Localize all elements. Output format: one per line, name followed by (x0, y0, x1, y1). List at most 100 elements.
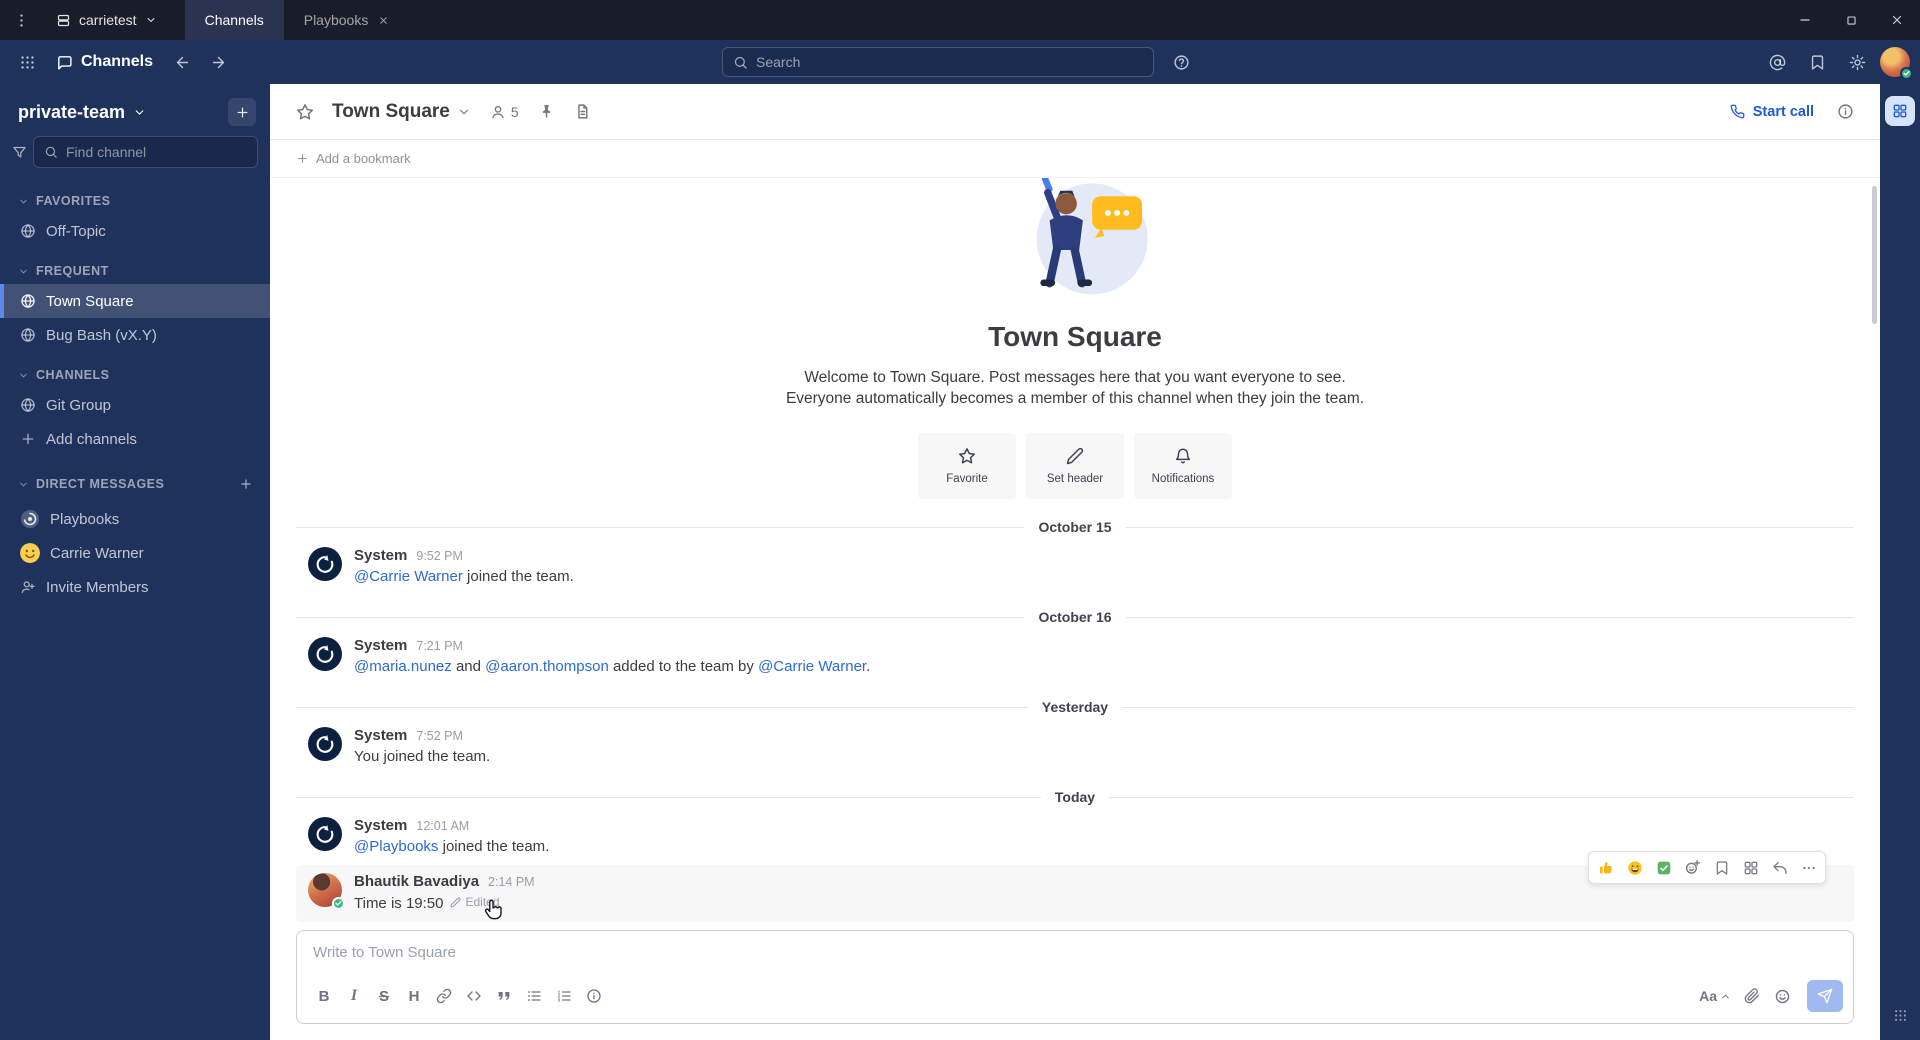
heading-button[interactable]: H (399, 981, 429, 1011)
add-bookmark-button[interactable]: Add a bookmark (288, 147, 419, 170)
message-author[interactable]: System (354, 547, 407, 564)
system-avatar[interactable] (308, 817, 342, 851)
message-author[interactable]: Bhautik Bavadiya (354, 873, 479, 890)
sidebar-item-git-group[interactable]: Git Group (0, 388, 270, 422)
user-avatar[interactable] (308, 873, 345, 910)
sidebar-item-playbooks-dm[interactable]: Playbooks (0, 502, 270, 536)
message-input[interactable] (297, 931, 1853, 977)
add-direct-message-button[interactable] (234, 472, 258, 496)
find-channel-box[interactable] (33, 136, 258, 168)
mention-link[interactable]: @Carrie Warner (758, 658, 866, 675)
channel-header: Town Square 5 Start call (270, 84, 1880, 140)
sidebar-category-favorites[interactable]: FAVORITES (18, 194, 110, 208)
message-bhautik[interactable]: Bhautik Bavadiya 2:14 PM Time is 19:50 Ed… (296, 851, 1854, 922)
members-button[interactable]: 5 (481, 99, 528, 125)
system-avatar[interactable] (308, 637, 342, 671)
italic-button[interactable]: I (339, 981, 369, 1011)
tab-playbooks[interactable]: Playbooks (284, 0, 410, 40)
maximize-button[interactable] (1828, 0, 1874, 40)
system-avatar[interactable] (308, 547, 342, 581)
server-dropdown[interactable]: carrietest (42, 0, 171, 40)
sidebar-item-off-topic[interactable]: Off-Topic (0, 214, 270, 248)
bold-button[interactable]: B (309, 981, 339, 1011)
help-button[interactable] (1164, 46, 1198, 78)
favorite-channel-button[interactable] (288, 95, 322, 129)
app-bar-bottom-item[interactable] (1885, 1000, 1915, 1030)
sidebar-item-town-square[interactable]: Town Square (0, 284, 270, 318)
message-author[interactable]: System (354, 637, 407, 654)
history-forward-button[interactable] (201, 46, 235, 78)
sidebar-category-direct-messages[interactable]: DIRECT MESSAGES (18, 477, 164, 491)
sidebar-item-add-channels[interactable]: Add channels (0, 422, 270, 456)
code-button[interactable] (459, 981, 489, 1011)
numbered-list-button[interactable] (549, 981, 579, 1011)
product-switcher[interactable]: Channels (46, 53, 163, 71)
close-button[interactable] (1874, 0, 1920, 40)
system-avatar[interactable] (308, 727, 342, 761)
scrollbar-thumb[interactable] (1872, 186, 1877, 324)
mention-link[interactable]: @Carrie Warner (354, 568, 463, 585)
mention-link[interactable]: @aaron.thompson (485, 658, 609, 675)
sidebar-item-carrie-warner[interactable]: Carrie Warner (0, 536, 270, 570)
intro-favorite-button[interactable]: Favorite (918, 433, 1016, 499)
sidebar-item-bug-bash[interactable]: Bug Bash (vX.Y) (0, 318, 270, 352)
link-button[interactable] (429, 981, 459, 1011)
message-system-1[interactable]: System 9:52 PM @Carrie Warner joined the… (296, 539, 1854, 595)
sidebar-category-frequent[interactable]: FREQUENT (18, 264, 109, 278)
quick-reaction-smile-button[interactable] (1620, 854, 1649, 881)
channel-menu[interactable]: Town Square (324, 101, 479, 123)
add-reaction-button[interactable] (1678, 854, 1707, 881)
message-actions-button[interactable] (1736, 854, 1765, 881)
channel-files-button[interactable] (566, 95, 600, 129)
quote-button[interactable] (489, 981, 519, 1011)
emoji-picker-button[interactable] (1767, 981, 1797, 1011)
person-icon (490, 104, 506, 120)
sidebar-item-invite-members[interactable]: Invite Members (0, 570, 270, 604)
send-message-button[interactable] (1807, 980, 1843, 1012)
close-tab-icon[interactable] (378, 15, 389, 26)
channel-filter-button[interactable] (12, 136, 27, 168)
search-box[interactable] (722, 47, 1154, 77)
strikethrough-button[interactable]: S (369, 981, 399, 1011)
save-message-button[interactable] (1707, 854, 1736, 881)
history-back-button[interactable] (165, 46, 199, 78)
message-system-2[interactable]: System 7:21 PM @maria.nunez and @aaron.t… (296, 629, 1854, 685)
search-input[interactable] (756, 54, 1143, 70)
channel-info-button[interactable] (1828, 95, 1862, 129)
recent-mentions-button[interactable] (1760, 46, 1794, 78)
pinned-messages-button[interactable] (530, 95, 564, 129)
reply-button[interactable] (1765, 854, 1794, 881)
grinning-emoji-icon (1627, 860, 1642, 875)
mention-link[interactable]: @maria.nunez (354, 658, 452, 675)
tab-channels[interactable]: Channels (184, 0, 284, 40)
start-call-button[interactable]: Start call (1718, 98, 1826, 126)
team-menu[interactable]: private-team (18, 102, 146, 123)
add-channel-plus-button[interactable] (228, 98, 256, 126)
intro-notifications-button[interactable]: Notifications (1134, 433, 1232, 499)
quick-reaction-check-button[interactable] (1649, 854, 1678, 881)
message-system-3[interactable]: System 7:52 PM You joined the team. (296, 719, 1854, 775)
app-menu-button[interactable] (0, 0, 42, 40)
sidebar-category-channels[interactable]: CHANNELS (18, 368, 109, 382)
mattermost-logo-icon (316, 825, 334, 843)
app-bar-active-item[interactable] (1885, 96, 1915, 126)
bulleted-list-button[interactable] (519, 981, 549, 1011)
more-actions-button[interactable] (1794, 854, 1823, 881)
formatting-toggle-button[interactable]: Aa (1693, 984, 1737, 1008)
mention-link[interactable]: @Playbooks (354, 838, 438, 855)
message-author[interactable]: System (354, 727, 407, 744)
chevron-down-icon (18, 370, 29, 381)
intro-set-header-button[interactable]: Set header (1026, 433, 1124, 499)
find-channel-input[interactable] (66, 144, 247, 160)
saved-posts-button[interactable] (1800, 46, 1834, 78)
online-status-icon (332, 897, 345, 910)
minimize-button[interactable] (1782, 0, 1828, 40)
message-author[interactable]: System (354, 817, 407, 834)
product-menu-button[interactable] (10, 46, 44, 78)
formatting-help-button[interactable] (579, 981, 609, 1011)
quick-reaction-thumbsup-button[interactable] (1591, 854, 1620, 881)
settings-button[interactable] (1840, 46, 1874, 78)
message-composer[interactable]: B I S H Aa (296, 930, 1854, 1024)
attach-file-button[interactable] (1737, 981, 1767, 1011)
user-avatar[interactable] (1880, 47, 1913, 80)
